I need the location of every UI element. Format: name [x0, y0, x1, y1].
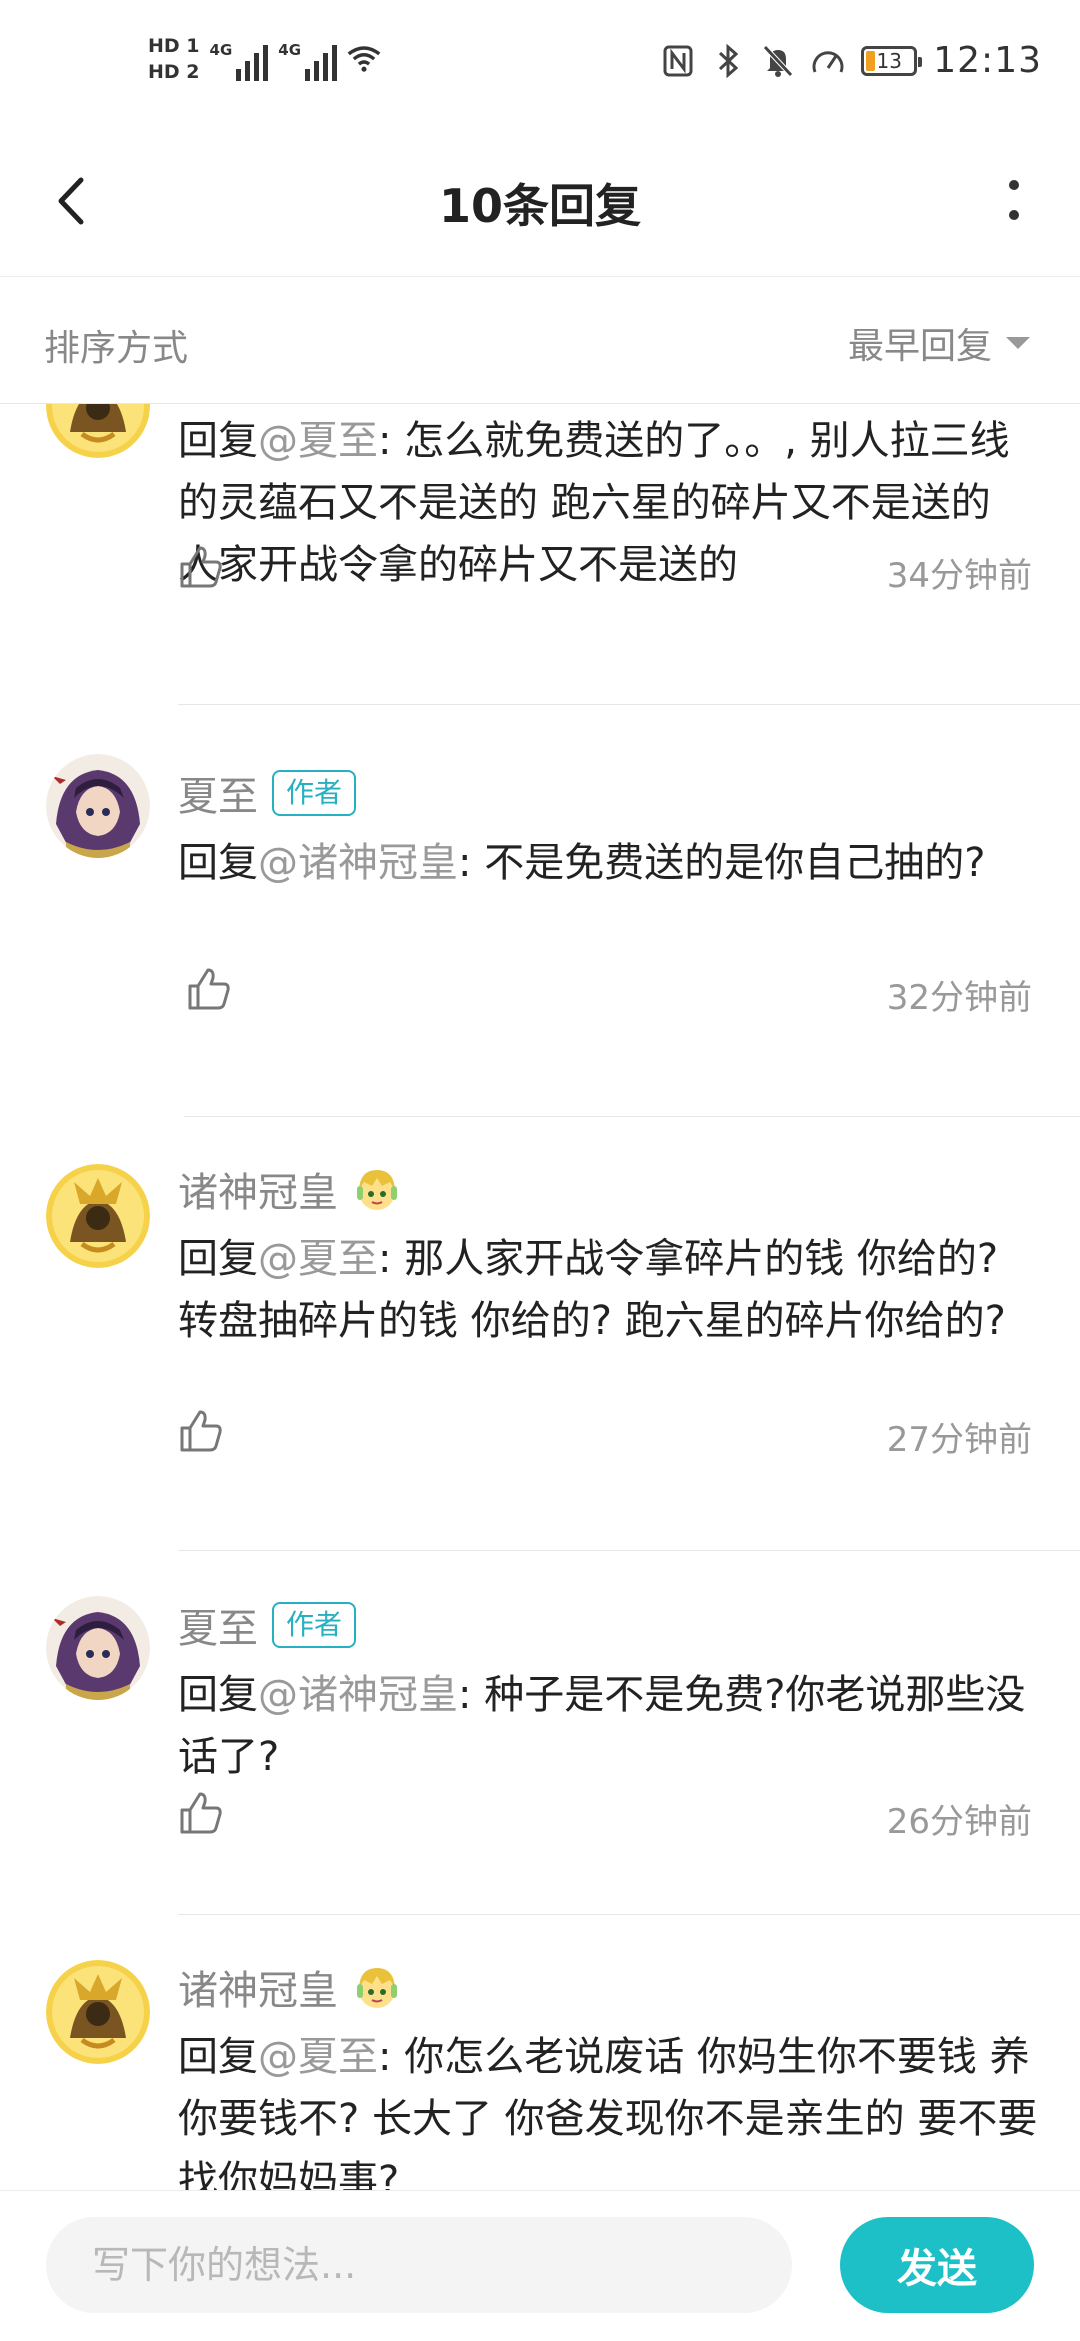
bluetooth-icon — [711, 43, 745, 78]
thumbs-up-icon — [180, 1410, 222, 1452]
signal-2-label: 4G — [278, 41, 302, 59]
reply-time: 34分钟前 — [886, 556, 1032, 596]
gold-warrior-avatar-icon — [46, 1164, 150, 1268]
reply-item: 夏至 作者 回复@诸神冠皇: 种子是不是免费?你老说那些没话了? 26分钟前 — [0, 1554, 1080, 1916]
battery-level: 13 — [876, 48, 902, 73]
avatar-gold-warrior[interactable] — [46, 404, 150, 458]
avatar-gold-warrior[interactable] — [46, 1164, 150, 1268]
more-options-button[interactable] — [984, 166, 1044, 236]
status-left: HD 1 HD 2 4G 4G — [148, 36, 381, 82]
emoji-badge-icon — [357, 1170, 397, 1210]
page-title: 10条回复 — [438, 179, 641, 233]
author-name[interactable]: 夏至 — [178, 1596, 258, 1654]
divider — [178, 704, 1080, 705]
reply-header: 夏至 作者 — [178, 764, 357, 822]
reply-body: : 不是免费送的是你自己抽的? — [458, 840, 986, 886]
signal-1-icon: 4G — [210, 37, 269, 81]
battery-icon: 13 — [861, 45, 923, 76]
hd2-label: HD 2 — [148, 61, 200, 83]
reply-text: 回复@诸神冠皇: 种子是不是免费?你老说那些没话了? — [178, 1664, 1038, 1788]
author-name[interactable]: 夏至 — [178, 764, 258, 822]
reply-mention[interactable]: @夏至 — [258, 1236, 378, 1282]
reply-time: 27分钟前 — [886, 1420, 1032, 1460]
thumbs-up-icon — [180, 546, 222, 588]
like-button[interactable] — [178, 1790, 224, 1836]
reply-prefix: 回复 — [178, 1236, 258, 1282]
status-bar: HD 1 HD 2 4G 4G 13 12:13 — [0, 0, 1080, 130]
reply-mention[interactable]: @诸神冠皇 — [258, 840, 458, 886]
author-name[interactable]: 诸神冠皇 — [178, 1160, 338, 1218]
reply-header: 夏至 作者 — [178, 1596, 357, 1654]
reply-item: 夏至 作者 回复@诸神冠皇: 不是免费送的是你自己抽的? 32分钟前 — [0, 706, 1080, 1118]
divider — [178, 1550, 1080, 1551]
reply-prefix: 回复 — [178, 1672, 258, 1718]
reply-time: 26分钟前 — [886, 1802, 1032, 1842]
reply-header: 诸神冠皇 — [178, 1160, 402, 1218]
author-badge: 作者 — [272, 1602, 357, 1648]
sort-bar: 排序方式 最早回复 — [0, 277, 1080, 404]
author-name[interactable]: 诸神冠皇 — [178, 1958, 338, 2016]
reply-text: 回复@夏至: 你怎么老说废话 你妈生你不要钱 养你要钱不? 长大了 你爸发现你不… — [178, 2026, 1038, 2190]
sort-dropdown[interactable]: 最早回复 — [848, 317, 1030, 369]
reply-text: 回复@夏至: 那人家开战令拿碎片的钱 你给的? 转盘抽碎片的钱 你给的? 跑六星… — [178, 1228, 1038, 1352]
signal-1-label: 4G — [209, 41, 233, 59]
avatar-anime-girl[interactable] — [46, 1596, 150, 1700]
speed-gauge-icon — [811, 44, 845, 78]
wifi-icon — [347, 42, 381, 76]
signal-2-icon: 4G — [278, 37, 338, 81]
send-button[interactable]: 发送 — [840, 2217, 1034, 2313]
reply-mention[interactable]: @诸神冠皇 — [258, 1672, 458, 1718]
sort-selected-value: 最早回复 — [847, 326, 992, 367]
comment-input[interactable] — [46, 2217, 792, 2313]
nfc-icon — [661, 44, 695, 78]
more-vertical-icon — [1009, 180, 1019, 220]
author-badge: 作者 — [272, 770, 357, 816]
reply-list[interactable]: 回复@夏至: 怎么就免费送的了。。, 别人拉三线的灵蕴石又不是送的 跑六星的碎片… — [0, 404, 1080, 2190]
reply-time: 32分钟前 — [886, 978, 1032, 1018]
like-button[interactable] — [178, 1408, 224, 1454]
reply-prefix: 回复 — [178, 418, 258, 464]
reply-item: 回复@夏至: 怎么就免费送的了。。, 别人拉三线的灵蕴石又不是送的 跑六星的碎片… — [0, 404, 1080, 705]
reply-mention[interactable]: @夏至 — [258, 418, 378, 464]
gold-warrior-avatar-icon — [46, 404, 150, 458]
reply-text: 回复@诸神冠皇: 不是免费送的是你自己抽的? — [178, 832, 1038, 894]
gold-warrior-avatar-icon — [46, 1960, 150, 2064]
anime-girl-avatar-icon — [46, 754, 150, 858]
thumbs-up-icon — [180, 1792, 222, 1834]
divider — [184, 1116, 1080, 1117]
caret-down-icon — [1006, 337, 1030, 349]
like-button[interactable] — [186, 966, 232, 1012]
reply-header: 诸神冠皇 — [178, 1958, 402, 2016]
divider — [178, 1914, 1080, 1915]
emoji-badge-icon — [357, 1968, 397, 2008]
avatar-gold-warrior[interactable] — [46, 1960, 150, 2064]
reply-item: 诸神冠皇 回复@夏至: 你怎么老说废话 你妈生你不要钱 养你要钱不? 长大了 你… — [0, 1918, 1080, 2190]
anime-girl-avatar-icon — [46, 1596, 150, 1700]
reply-mention[interactable]: @夏至 — [258, 2034, 378, 2080]
reply-prefix: 回复 — [178, 2034, 258, 2080]
bell-off-icon — [761, 44, 795, 78]
reply-prefix: 回复 — [178, 840, 258, 886]
status-right: 13 12:13 — [661, 40, 1042, 81]
compose-bar: 发送 — [0, 2190, 1080, 2341]
hd1-label: HD 1 — [148, 35, 200, 57]
like-button[interactable] — [178, 544, 224, 590]
clock: 12:13 — [933, 40, 1042, 81]
reply-item: 诸神冠皇 回复@夏至: 那人家开战令拿碎片的钱 你给的? 转盘抽碎片的钱 你给的… — [0, 1120, 1080, 1552]
hd-indicators: HD 1 HD 2 — [148, 36, 200, 82]
thumbs-up-icon — [188, 968, 230, 1010]
sort-label: 排序方式 — [44, 328, 189, 369]
top-app-bar: 10条回复 — [0, 130, 1080, 277]
avatar-anime-girl[interactable] — [46, 754, 150, 858]
